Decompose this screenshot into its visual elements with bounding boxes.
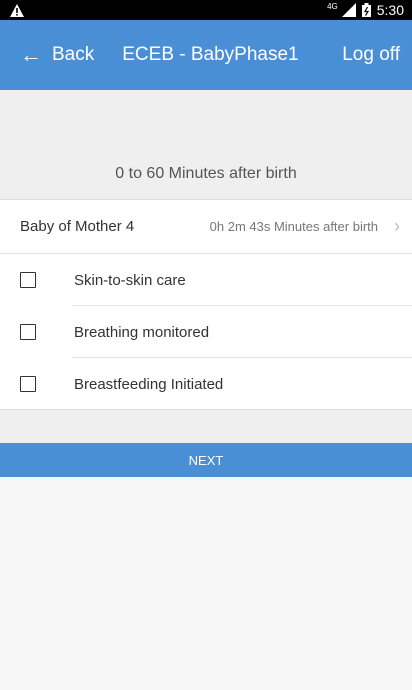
checklist-item-breathing[interactable]: Breathing monitored (0, 306, 412, 358)
next-button[interactable]: NEXT (0, 443, 412, 477)
alert-icon (10, 3, 24, 17)
checklist-label: Skin-to-skin care (74, 271, 186, 289)
checklist-panel: Baby of Mother 4 0h 2m 43s Minutes after… (0, 199, 412, 410)
checklist-item-skin-to-skin[interactable]: Skin-to-skin care (0, 254, 412, 306)
elapsed-time: 0h 2m 43s Minutes after birth (209, 219, 378, 234)
back-label: Back (52, 44, 95, 65)
checklist-label: Breastfeeding Initiated (74, 375, 224, 393)
empty-content-area (0, 477, 412, 690)
network-type: 4G (327, 1, 338, 11)
status-bar: 4G 5:30 (0, 0, 412, 20)
baby-name: Baby of Mother 4 (20, 218, 135, 235)
battery-icon (361, 3, 371, 17)
back-arrow-icon: ← (20, 42, 42, 67)
app-bar: ← Back ECEB - BabyPhase1 Log off (0, 20, 412, 90)
checkbox[interactable] (20, 376, 36, 392)
baby-row[interactable]: Baby of Mother 4 0h 2m 43s Minutes after… (0, 200, 412, 254)
phase-label: 0 to 60 Minutes after birth (115, 165, 297, 182)
app-title: ECEB - BabyPhase1 (122, 44, 299, 65)
signal-icon (341, 3, 356, 17)
checkbox[interactable] (20, 324, 36, 340)
clock: 5:30 (376, 2, 404, 18)
logoff-button[interactable]: Log off (342, 44, 400, 66)
chevron-right-icon: › (394, 216, 400, 236)
checkbox[interactable] (20, 272, 36, 288)
checklist-item-breastfeeding[interactable]: Breastfeeding Initiated (0, 358, 412, 410)
back-button[interactable]: ← Back (20, 44, 94, 66)
checklist-label: Breathing monitored (74, 323, 210, 341)
